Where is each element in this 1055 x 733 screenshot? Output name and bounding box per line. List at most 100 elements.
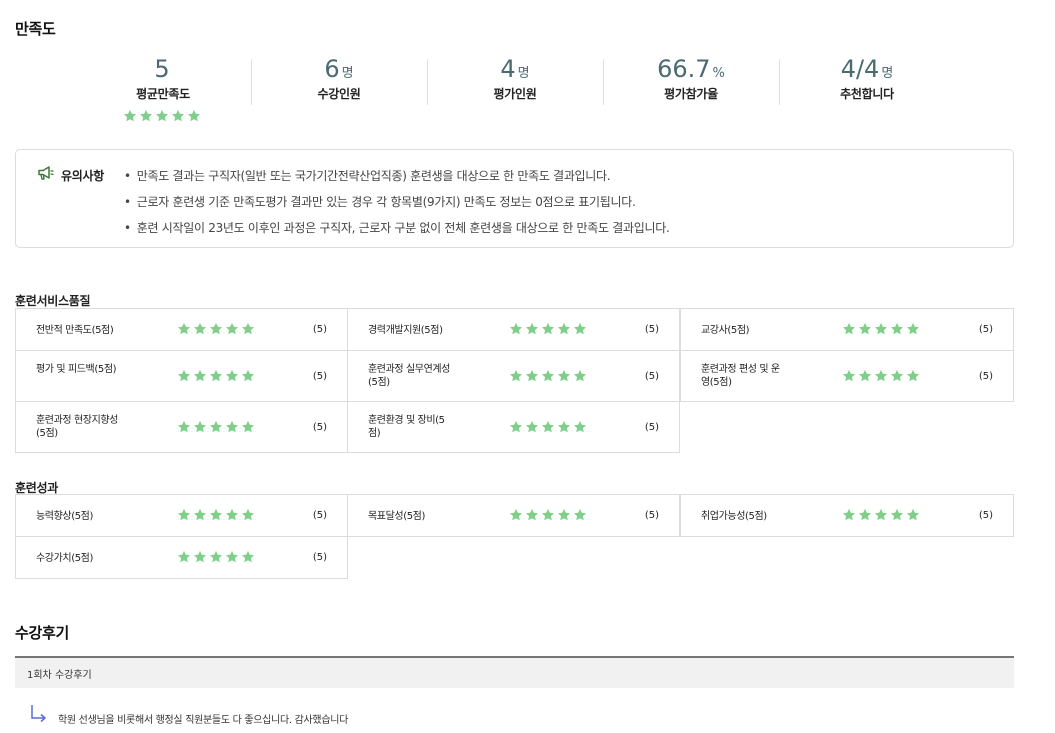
star-icon [541, 508, 555, 522]
star-icon [155, 109, 169, 123]
star-icon [209, 322, 223, 336]
stat-value: 4 [500, 55, 516, 83]
rating-cell: 훈련과정 편성 및 운영(5점) (5) [680, 350, 1014, 402]
rating-score: (5) [312, 510, 327, 521]
rating-name: 훈련과정 실무연계성(5점) [368, 364, 450, 388]
stat-unit: 명 [341, 66, 354, 81]
rating-stars [177, 369, 255, 383]
stat-unit: 명 [517, 66, 530, 81]
stat-value: 6 [324, 55, 340, 83]
star-icon [541, 322, 555, 336]
star-icon [906, 322, 920, 336]
star-icon [209, 420, 223, 434]
star-icon [874, 369, 888, 383]
star-icon [177, 508, 191, 522]
star-icon [906, 508, 920, 522]
review-round-header[interactable]: 1회차 수강후기 [15, 656, 1014, 688]
rating-name: 훈련과정 편성 및 운영(5점) [701, 364, 780, 388]
star-icon [557, 420, 571, 434]
stat-value: 4/4 [840, 55, 880, 83]
megaphone-icon [37, 165, 55, 185]
rating-name: 훈련환경 및 장비(5점) [368, 415, 445, 439]
rating-name: 취업가능성(5점) [701, 511, 767, 522]
rating-score: (5) [644, 422, 659, 433]
rating-name: 경력개발지원(5점) [368, 325, 443, 336]
rating-score: (5) [644, 371, 659, 382]
stat-value: 5 [154, 55, 170, 83]
rating-name: 능력향상(5점) [36, 511, 93, 522]
star-icon [509, 322, 523, 336]
stats-row: 5 평균만족도 6명 수강인원 4명 평가인원 66.7% 평가참가율 4/4 명… [75, 55, 955, 107]
rating-stars [509, 369, 587, 383]
star-icon [890, 508, 904, 522]
rating-name: 수강가치(5점) [36, 553, 93, 564]
rating-cell: 능력향상(5점) (5) [15, 494, 348, 537]
star-icon [874, 322, 888, 336]
star-icon [509, 508, 523, 522]
star-icon [573, 420, 587, 434]
stat-value: 66.7 [657, 55, 711, 83]
rating-score: (5) [644, 324, 659, 335]
star-icon [225, 420, 239, 434]
star-icon [509, 420, 523, 434]
stat-recommend: 4/4 명 추천합니다 [779, 55, 955, 107]
rating-name: 목표달성(5점) [368, 511, 425, 522]
star-icon [241, 550, 255, 564]
star-icon [573, 508, 587, 522]
rating-cell: 평가 및 피드백(5점) (5) [15, 350, 348, 402]
rating-cell: 훈련과정 실무연계성(5점) (5) [347, 350, 680, 402]
reply-arrow-icon [30, 704, 48, 728]
star-icon [241, 420, 255, 434]
notice-item: 만족도 결과는 구직자(일반 또는 국가기간전략산업직종) 훈련생을 대상으로 … [124, 163, 670, 189]
star-icon [890, 322, 904, 336]
rating-score: (5) [312, 324, 327, 335]
rating-stars [509, 508, 587, 522]
star-icon [241, 369, 255, 383]
rating-cell: 취업가능성(5점) (5) [680, 494, 1014, 537]
star-icon [177, 550, 191, 564]
star-icon [209, 550, 223, 564]
rating-stars [842, 322, 920, 336]
star-icon [906, 369, 920, 383]
star-icon [509, 369, 523, 383]
review-text: 학원 선생님을 비롯해서 행정실 직원분들도 다 좋으십니다. 감사했습니다 [58, 715, 349, 726]
reviews-title: 수강후기 [15, 624, 70, 642]
notice-box: 유의사항 만족도 결과는 구직자(일반 또는 국가기간전략산업직종) 훈련생을 … [15, 149, 1014, 248]
service-quality-label: 훈련서비스품질 [15, 294, 91, 308]
rating-score: (5) [644, 510, 659, 521]
stat-unit: % [712, 66, 725, 81]
average-rating-stars [123, 109, 201, 125]
satisfaction-title: 만족도 [15, 20, 56, 38]
stat-participation: 66.7% 평가참가율 [603, 55, 779, 107]
stat-label: 평균만족도 [136, 87, 190, 101]
notice-item: 훈련 시작일이 23년도 이후인 과정은 구직자, 근로자 구분 없이 전체 훈… [124, 215, 670, 241]
star-icon [842, 369, 856, 383]
rating-cell: 훈련과정 현장지향성(5점) (5) [15, 401, 348, 453]
star-icon [525, 508, 539, 522]
star-icon [209, 508, 223, 522]
star-icon [193, 420, 207, 434]
star-icon [177, 322, 191, 336]
stat-label: 추천합니다 [840, 87, 894, 101]
notice-label: 유의사항 [61, 168, 104, 183]
notice-header: 유의사항 [37, 165, 104, 185]
star-icon [890, 369, 904, 383]
star-icon [573, 369, 587, 383]
rating-name: 전반적 만족도(5점) [36, 325, 114, 336]
star-icon [842, 508, 856, 522]
rating-name: 평가 및 피드백(5점) [36, 364, 117, 375]
star-icon [187, 109, 201, 123]
star-icon [541, 420, 555, 434]
review-item: 학원 선생님을 비롯해서 행정실 직원분들도 다 좋으십니다. 감사했습니다 [30, 704, 348, 728]
rating-stars [177, 420, 255, 434]
rating-name: 훈련과정 현장지향성(5점) [36, 415, 118, 439]
rating-stars [177, 508, 255, 522]
star-icon [525, 322, 539, 336]
stat-average: 5 평균만족도 [75, 55, 251, 107]
star-icon [241, 322, 255, 336]
rating-stars [842, 369, 920, 383]
star-icon [241, 508, 255, 522]
rating-score: (5) [312, 422, 327, 433]
star-icon [139, 109, 153, 123]
stat-evaluators: 4명 평가인원 [427, 55, 603, 107]
